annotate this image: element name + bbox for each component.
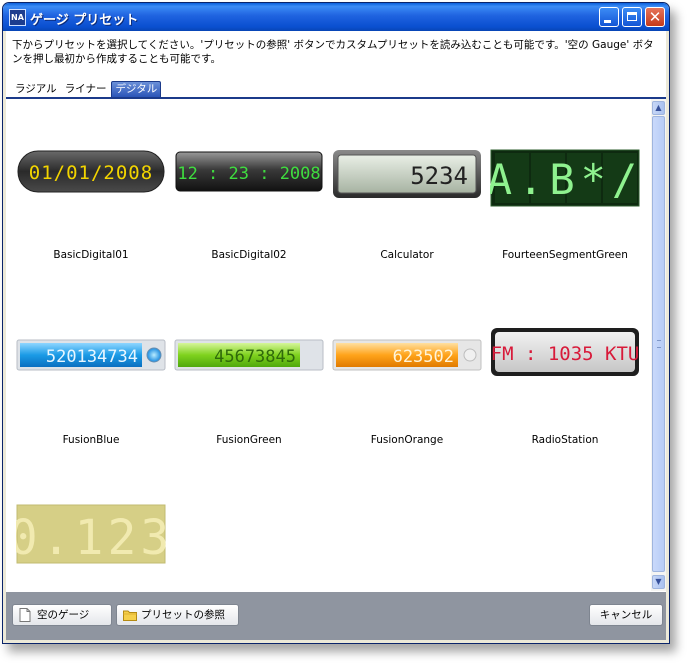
preset-tile-calculator[interactable]: 5234 Calculator [332, 149, 482, 269]
close-button[interactable]: ✕ [645, 7, 665, 27]
fusionblue-gauge-image: 520134734 [16, 339, 166, 371]
title-bar[interactable]: NA ゲージ プリセット ✕ [3, 3, 669, 31]
fusionorange-gauge-image: 623502 [332, 339, 482, 371]
cancel-button[interactable]: キャンセル [589, 604, 663, 626]
basicdigital01-gauge-image: 01/01/2008 [17, 150, 165, 193]
preset-name: RadioStation [531, 434, 599, 446]
fourteensegmentgreen-gauge-image: A.B*/ [490, 149, 640, 207]
basicdigital01-readout: 01/01/2008 [29, 162, 153, 184]
browse-presets-button[interactable]: プリセットの参照 [116, 604, 239, 626]
preset-name: FusionGreen [216, 434, 282, 446]
fusionblue-readout: 520134734 [46, 347, 138, 367]
tab-radial[interactable]: ラジアル [12, 82, 60, 97]
browse-presets-label: プリセットの参照 [141, 609, 225, 621]
category-tabs: ラジアル ライナー デジタル [12, 81, 163, 97]
fusiongreen-gauge-image: 45673845 [174, 339, 324, 371]
calculator-gauge-image: 5234 [333, 150, 481, 198]
preset-tile-fusionblue[interactable]: 520134734 FusionBlue [16, 339, 166, 449]
window-title: ゲージ プリセット [30, 13, 139, 28]
minimize-button[interactable] [599, 7, 619, 27]
preset-tile-fourteensegmentgreen[interactable]: A.B*/ FourteenSegmentGreen [490, 149, 640, 269]
maximize-icon [627, 12, 637, 21]
tab-digital[interactable]: デジタル [111, 81, 162, 97]
preset-name: Calculator [380, 249, 434, 261]
preset-name: BasicDigital02 [211, 249, 287, 261]
preset-tile-basicdigital01[interactable]: 01/01/2008 BasicDigital01 [16, 149, 166, 269]
fusionorange-readout: 623502 [393, 347, 454, 367]
olive-digital-readout: 0.123 [16, 510, 166, 564]
preset-tile-fusiongreen[interactable]: 45673845 FusionGreen [174, 339, 324, 449]
radiostation-gauge-image: FM : 1035 KTU [491, 328, 640, 376]
gauge-preset-window: NA ゲージ プリセット ✕ 下からプリセットを選択してください。'プリセットの… [2, 2, 670, 644]
preset-name: FusionOrange [370, 434, 444, 446]
folder-icon [123, 610, 137, 621]
blank-page-icon [19, 608, 31, 622]
scroll-grip-icon [657, 340, 661, 348]
preset-name: FourteenSegmentGreen [502, 249, 628, 261]
preset-name: BasicDigital01 [53, 249, 129, 261]
dialog-footer: 空のゲージ プリセットの参照 キャンセル [6, 592, 666, 640]
basicdigital02-gauge-image: 12 : 23 : 2008 [175, 151, 323, 192]
preset-tile-basicdigital02[interactable]: 12 : 23 : 2008 BasicDigital02 [174, 149, 324, 269]
fusiongreen-readout: 45673845 [214, 347, 296, 367]
fourteensegmentgreen-readout: A.B*/ [490, 155, 640, 204]
preset-tile-olive-digital[interactable]: 0.123 [16, 504, 166, 574]
minimize-icon [604, 20, 611, 23]
olive-digital-gauge-image: 0.123 [16, 504, 166, 564]
scroll-down-button[interactable]: ▼ [652, 575, 665, 589]
preset-gallery: 01/01/2008 BasicDigital01 12 : 23 : 2008… [6, 99, 651, 591]
calculator-readout: 5234 [410, 162, 468, 190]
scroll-up-button[interactable]: ▲ [652, 101, 665, 115]
empty-gauge-label: 空のゲージ [37, 609, 90, 621]
preset-name: FusionBlue [62, 434, 120, 446]
scroll-thumb[interactable] [652, 116, 665, 572]
empty-gauge-button[interactable]: 空のゲージ [12, 604, 112, 626]
cancel-label: キャンセル [599, 609, 653, 621]
app-icon: NA [9, 9, 26, 26]
maximize-button[interactable] [622, 7, 642, 27]
close-icon: ✕ [648, 8, 662, 26]
preset-tile-fusionorange[interactable]: 623502 FusionOrange [332, 339, 482, 449]
dialog-content: 下からプリセットを選択してください。'プリセットの参照' ボタンでカスタムプリセ… [6, 31, 666, 640]
radiostation-readout: FM : 1035 KTU [491, 343, 640, 365]
basicdigital02-readout: 12 : 23 : 2008 [177, 164, 320, 184]
instructions-text: 下からプリセットを選択してください。'プリセットの参照' ボタンでカスタムプリセ… [12, 39, 654, 65]
preset-tile-radiostation[interactable]: FM : 1035 KTU RadioStation [490, 327, 640, 449]
tab-linear[interactable]: ライナー [62, 82, 110, 97]
vertical-scrollbar[interactable]: ▲ ▼ [651, 99, 666, 591]
